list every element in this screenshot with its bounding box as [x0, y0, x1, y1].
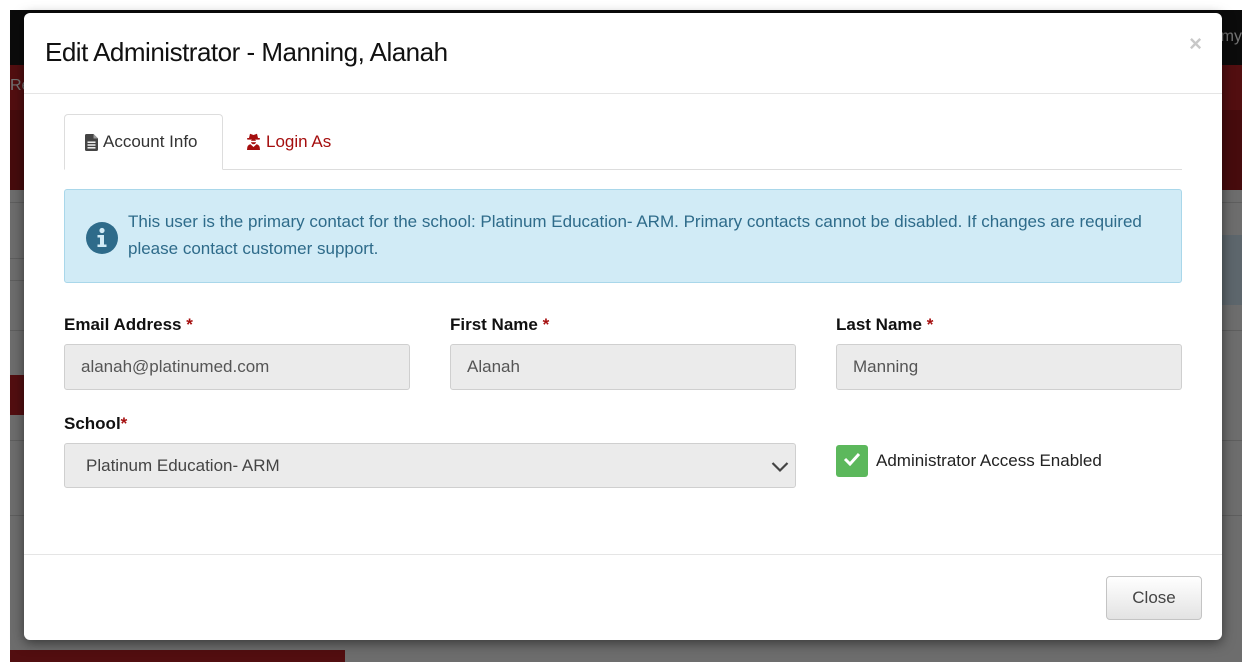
admin-access-label[interactable]: Administrator Access Enabled — [876, 451, 1102, 471]
last-name-field[interactable] — [836, 344, 1182, 390]
required-marker: * — [186, 315, 193, 334]
school-label-text: School — [64, 414, 121, 433]
checkmark-icon — [843, 452, 861, 471]
required-marker: * — [926, 315, 934, 334]
tab-account-info-label: Account Info — [103, 132, 198, 151]
email-label: Email Address * — [64, 315, 193, 335]
info-icon — [86, 222, 118, 259]
first-name-label: First Name * — [450, 315, 549, 335]
school-select-value: Platinum Education- ARM — [86, 456, 280, 475]
close-icon[interactable]: × — [1189, 33, 1202, 55]
modal-header: Edit Administrator - Manning, Alanah × — [24, 13, 1222, 94]
tab-account-info[interactable]: Account Info — [64, 114, 223, 170]
email-field[interactable] — [64, 344, 410, 390]
last-name-label: Last Name * — [836, 315, 933, 335]
close-button[interactable]: Close — [1106, 576, 1202, 620]
school-label: School* — [64, 414, 127, 434]
document-icon — [85, 133, 98, 151]
tab-login-as[interactable]: Login As — [246, 114, 331, 169]
tab-bar: Account Info Login As — [64, 114, 1182, 170]
school-select[interactable]: Platinum Education- ARM — [64, 443, 796, 488]
required-marker: * — [120, 414, 128, 433]
first-name-field[interactable] — [450, 344, 796, 390]
chevron-down-icon — [771, 458, 789, 478]
email-label-text: Email Address — [64, 315, 182, 334]
last-name-label-text: Last Name — [836, 315, 922, 334]
modal-title: Edit Administrator - Manning, Alanah — [45, 37, 448, 67]
admin-access-checkbox[interactable] — [836, 445, 868, 477]
edit-administrator-modal: Edit Administrator - Manning, Alanah × A… — [24, 13, 1222, 640]
modal-footer: Close — [24, 554, 1222, 640]
primary-contact-alert: This user is the primary contact for the… — [64, 189, 1182, 283]
first-name-label-text: First Name — [450, 315, 538, 334]
required-marker: * — [542, 315, 550, 334]
tab-login-as-label: Login As — [266, 131, 332, 151]
alert-message: This user is the primary contact for the… — [128, 212, 1142, 258]
user-secret-icon — [246, 133, 261, 150]
